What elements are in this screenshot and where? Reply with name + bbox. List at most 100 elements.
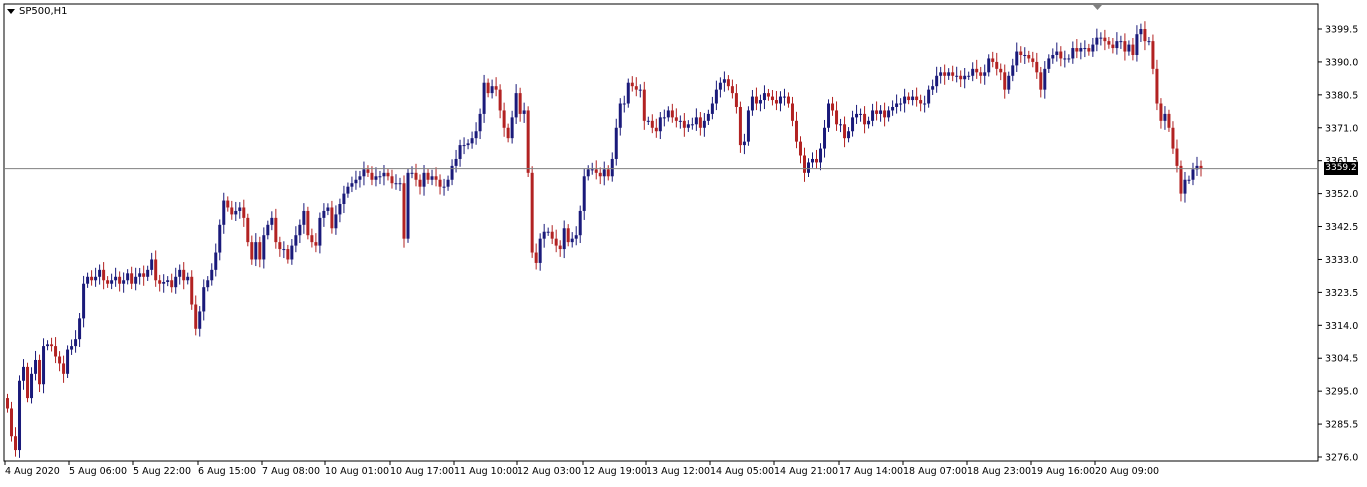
candle-body	[178, 269, 182, 277]
candle-body	[823, 127, 827, 149]
candle-body	[1023, 54, 1027, 56]
candle-body	[754, 96, 758, 104]
candle-body	[374, 176, 378, 180]
candle-body	[1035, 61, 1039, 73]
candle-body	[246, 217, 250, 243]
candle-body	[518, 93, 522, 114]
candle-body	[1007, 75, 1011, 90]
candle-body	[598, 172, 602, 177]
last-price-tag: 3359.2	[1324, 162, 1358, 175]
candle-body	[222, 200, 226, 225]
candle-body	[847, 131, 851, 139]
candle-body	[762, 93, 766, 101]
candle-body	[734, 93, 738, 107]
candle-body	[1155, 68, 1159, 104]
candle-body	[871, 110, 875, 121]
candle-body	[218, 224, 222, 253]
candle-body	[622, 103, 626, 105]
candle-body	[618, 103, 622, 128]
candle-body	[446, 179, 450, 187]
y-tick-label: 3390.0	[1325, 57, 1358, 68]
candle-body	[971, 68, 975, 76]
candle-body	[366, 169, 370, 173]
candle-body	[999, 68, 1003, 73]
candle-body	[927, 89, 931, 104]
candle-body	[34, 359, 38, 374]
candle-body	[1175, 148, 1179, 166]
candle-body	[907, 96, 911, 101]
candle-body	[678, 120, 682, 122]
candle-body	[586, 169, 590, 177]
candle-body	[939, 72, 943, 76]
candle-body	[298, 224, 302, 236]
x-tick-label: 5 Aug 06:00	[69, 466, 127, 477]
candle-body	[875, 110, 879, 114]
candle-body	[827, 103, 831, 128]
candle-body	[750, 96, 754, 111]
candle-body	[835, 110, 839, 125]
y-tick-label: 3314.0	[1325, 321, 1358, 332]
candle-body	[318, 217, 322, 246]
candle-body	[1159, 103, 1163, 121]
candle-body	[790, 103, 794, 121]
candle-body	[346, 186, 350, 194]
triangle-down-icon[interactable]	[7, 9, 15, 14]
candle-body	[466, 143, 470, 146]
candle-body	[278, 242, 282, 250]
candle-body	[422, 172, 426, 187]
candle-body	[1039, 72, 1043, 90]
chart-canvas[interactable]: 3399.53390.03380.53371.03361.53352.03342…	[0, 0, 1367, 487]
candle-body	[1091, 44, 1095, 52]
candle-body	[770, 96, 774, 101]
candle-body	[274, 217, 278, 243]
candle-body	[690, 124, 694, 126]
candle-body	[142, 273, 146, 277]
candle-body	[851, 117, 855, 132]
candle-body	[82, 283, 86, 319]
candle-body	[350, 183, 354, 187]
candle-body	[831, 103, 835, 111]
candle-body	[839, 124, 843, 126]
candle-body	[138, 273, 142, 277]
candle-body	[418, 179, 422, 187]
candle-body	[658, 117, 662, 132]
candle-body	[510, 117, 514, 139]
candle-body	[382, 172, 386, 177]
candle-body	[258, 242, 262, 260]
candle-body	[794, 120, 798, 142]
candle-body	[290, 245, 294, 260]
chart-window[interactable]: 3399.53390.03380.53371.03361.53352.03342…	[0, 0, 1367, 487]
candle-body	[162, 281, 166, 284]
candle-body	[534, 252, 538, 263]
candle-body	[530, 172, 534, 253]
candle-body	[322, 210, 326, 218]
candle-body	[410, 172, 414, 174]
candle-body	[538, 238, 542, 263]
candle-body	[554, 238, 558, 246]
x-tick-label: 6 Aug 15:00	[198, 466, 256, 477]
candle-body	[550, 231, 554, 239]
candle-body	[190, 276, 194, 305]
plot-frame	[3, 3, 1319, 462]
candle-body	[650, 120, 654, 128]
candle-body	[470, 138, 474, 144]
candle-body	[390, 176, 394, 184]
candle-body	[234, 210, 238, 215]
candle-body	[454, 158, 458, 166]
candle-body	[250, 242, 254, 260]
symbol-title[interactable]: SP500,H1	[7, 6, 68, 17]
candle-body	[1107, 41, 1111, 45]
candle-body	[314, 242, 318, 246]
candle-body	[943, 72, 947, 76]
candle-body	[230, 207, 234, 215]
candle-body	[1151, 41, 1155, 69]
candle-body	[86, 276, 90, 284]
candle-body	[214, 252, 218, 270]
x-tick-label: 20 Aug 09:00	[1095, 466, 1159, 477]
y-tick-label: 3285.5	[1325, 420, 1358, 431]
y-tick-label: 3276.0	[1325, 453, 1358, 464]
candle-body	[991, 58, 995, 62]
candle-body	[186, 276, 190, 281]
candle-body	[610, 158, 614, 177]
candle-body	[1171, 127, 1175, 149]
